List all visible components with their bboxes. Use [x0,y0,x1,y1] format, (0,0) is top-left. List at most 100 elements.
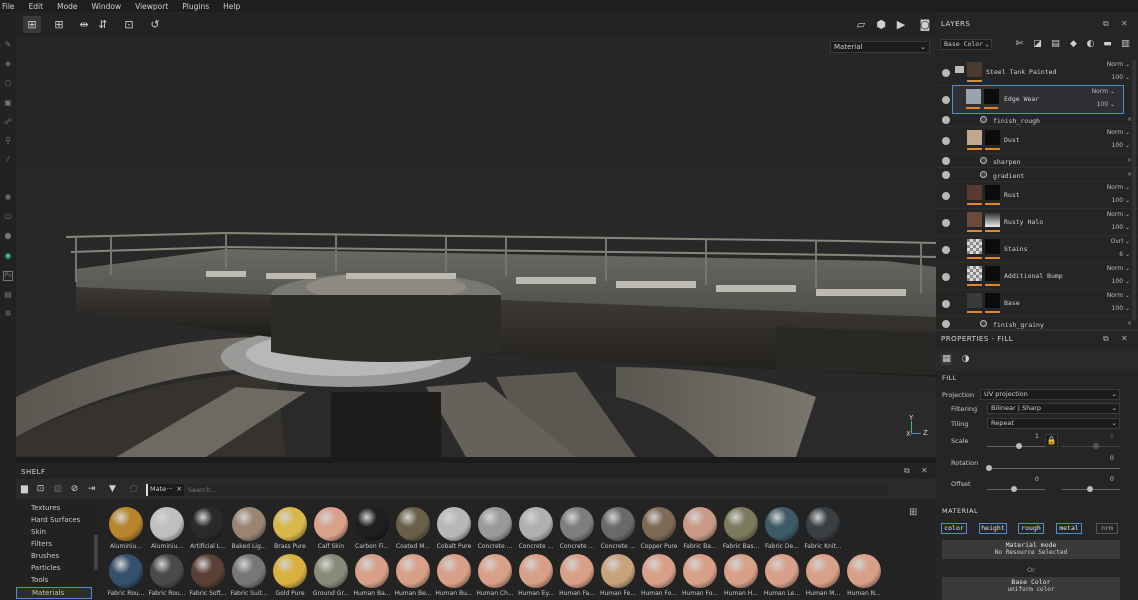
material-thumbnail[interactable] [314,507,348,541]
new-folder-icon[interactable]: ⊡ [35,484,46,495]
opacity-field[interactable]: 100 ⌄ [1112,74,1130,81]
clone-stamp-icon[interactable]: ⚲ [3,136,13,146]
layers-scrollbar[interactable] [1132,60,1136,320]
camera-view-icon[interactable]: ▱ [852,16,870,33]
material-thumbnail[interactable] [314,554,348,588]
float-panel-icon[interactable]: ⧉ [1103,19,1109,29]
folder-icon[interactable]: ▆ [19,484,30,495]
visibility-eye-icon[interactable] [942,68,950,77]
material-thumbnail[interactable] [355,554,389,588]
material-thumbnail[interactable] [232,507,266,541]
filtering-dropdown[interactable]: Bilinear | Sharp ⌄ [987,403,1120,414]
material-thumbnail[interactable] [355,507,389,541]
category-hard-surfaces[interactable]: Hard Surfaces [31,516,80,524]
material-thumbnail[interactable] [847,554,881,588]
base-color-slot[interactable]: Base Color uniform color [942,577,1120,600]
menu-mode[interactable]: Mode [57,2,77,11]
material-thumbnail[interactable] [109,554,143,588]
offset-slider-2-knob[interactable] [1087,486,1093,492]
iray-icon[interactable]: ◉ [3,251,13,261]
close-icon[interactable]: ✕ [1121,334,1128,343]
layer-effect-row[interactable]: finish_rough × [936,113,1138,127]
paint-bucket-icon[interactable]: ◆ [1068,39,1079,50]
channel-nrm-toggle[interactable]: nrm [1096,523,1118,534]
layer-effect-row[interactable]: gradient × [936,168,1138,182]
geometry-fill-icon[interactable]: ▣ [3,98,13,108]
category-tools[interactable]: Tools [31,576,48,584]
blend-mode-dropdown[interactable]: Norm ⌄ [1107,61,1130,68]
layer-row[interactable]: Rust Norm ⌄ 100 ⌄ [936,182,1138,209]
opacity-field[interactable]: 100 ⌄ [1112,142,1130,149]
visibility-eye-icon[interactable] [942,299,950,308]
menu-viewport[interactable]: Viewport [135,2,168,11]
visibility-eye-icon[interactable] [942,95,950,104]
category-brushes[interactable]: Brushes [31,552,59,560]
tiling-dropdown[interactable]: Repeat ⌄ [987,418,1120,429]
polygon-fill-icon[interactable]: ✱ [3,193,13,203]
layer-row[interactable]: Rusty Halo Norm ⌄ 100 ⌄ [936,209,1138,236]
float-panel-icon[interactable]: ⧉ [1103,334,1109,344]
close-icon[interactable]: ✕ [1121,19,1128,28]
menu-plugins[interactable]: Plugins [182,2,209,11]
material-thumbnail[interactable] [437,554,471,588]
remove-effect-icon[interactable]: × [1127,320,1132,327]
material-thumbnail[interactable] [191,554,225,588]
import-icon[interactable]: ⇥ [86,484,97,495]
menu-help[interactable]: Help [223,2,240,11]
blend-mode-dropdown[interactable]: Norm ⌄ [1107,129,1130,136]
material-thumbnail[interactable] [232,554,266,588]
material-thumbnail[interactable] [724,507,758,541]
category-particles[interactable]: Particles [31,564,61,572]
circle-icon[interactable]: ○ [128,484,139,495]
material-thumbnail[interactable] [806,554,840,588]
filter-chip[interactable]: Mate··· ✕ [146,484,184,496]
layer-effect-row[interactable]: finish_grainy × [936,317,1138,330]
layer-row[interactable]: Edge Wear Norm ⌄ 100 ⌄ [942,85,1124,114]
visibility-eye-icon[interactable] [942,319,950,328]
shelf-search-input[interactable] [188,484,888,496]
layer-row[interactable]: Additional Bump Norm ⌄ 100 ⌄ [936,263,1138,290]
category-textures[interactable]: Textures [31,504,60,512]
layer-effect-row[interactable]: sharpen × [936,154,1138,168]
visibility-eye-icon[interactable] [942,157,950,165]
layer-row[interactable]: Stains Ovrl ⌄ 6 ⌄ [936,236,1138,263]
material-mode-dropdown[interactable]: Material ⌄ [830,41,930,53]
material-thumbnail[interactable] [683,554,717,588]
material-thumbnail[interactable] [519,507,553,541]
channel-dropdown[interactable]: Base Color ⌄ [940,39,992,50]
material-thumbnail[interactable] [273,507,307,541]
material-thumbnail[interactable] [683,507,717,541]
material-thumbnail[interactable] [109,507,143,541]
grid-subdivide-icon[interactable]: ⊞ [50,16,68,33]
add-paint-layer-icon[interactable]: ◪ [1032,39,1043,50]
lock-icon[interactable]: 🔒 [1045,434,1058,447]
layer-row[interactable]: Dust Norm ⌄ 100 ⌄ [936,127,1138,154]
opacity-field[interactable]: 100 ⌄ [1097,101,1115,108]
wrench-icon[interactable]: ✄ [1014,39,1025,50]
settings-gear-icon[interactable]: ✲ [3,309,13,319]
material-thumbnail[interactable] [765,507,799,541]
rotation-slider-knob[interactable] [986,465,992,471]
material-thumbnail[interactable] [601,554,635,588]
channel-height-toggle[interactable]: height [979,523,1007,534]
trash-icon[interactable]: ▥ [52,484,63,495]
bake-icon[interactable]: ⬭ [3,212,13,222]
fill-tab-icon[interactable]: ▦ [941,354,952,365]
material-mode-slot[interactable]: Material mode No Resource Selected [942,540,1120,559]
opacity-field[interactable]: 100 ⌄ [1112,278,1130,285]
photoshop-icon[interactable]: Ps [3,271,13,281]
scale-slider-2-track[interactable] [1062,446,1120,447]
material-thumbnail[interactable] [560,554,594,588]
rotation-slider-track[interactable] [987,468,1120,469]
material-thumbnail[interactable] [519,554,553,588]
3d-viewport[interactable]: Y Z X [16,37,936,457]
delete-icon[interactable]: ▥ [1120,39,1131,50]
material-thumbnail[interactable] [396,554,430,588]
align-icon[interactable]: ⇵ [94,16,112,33]
material-thumbnail[interactable] [150,554,184,588]
visibility-eye-icon[interactable] [942,272,950,281]
material-thumbnail[interactable] [642,554,676,588]
screenshot-camera-icon[interactable]: ◙ [916,16,934,33]
material-thumbnail[interactable] [478,507,512,541]
menu-edit[interactable]: Edit [29,2,44,11]
